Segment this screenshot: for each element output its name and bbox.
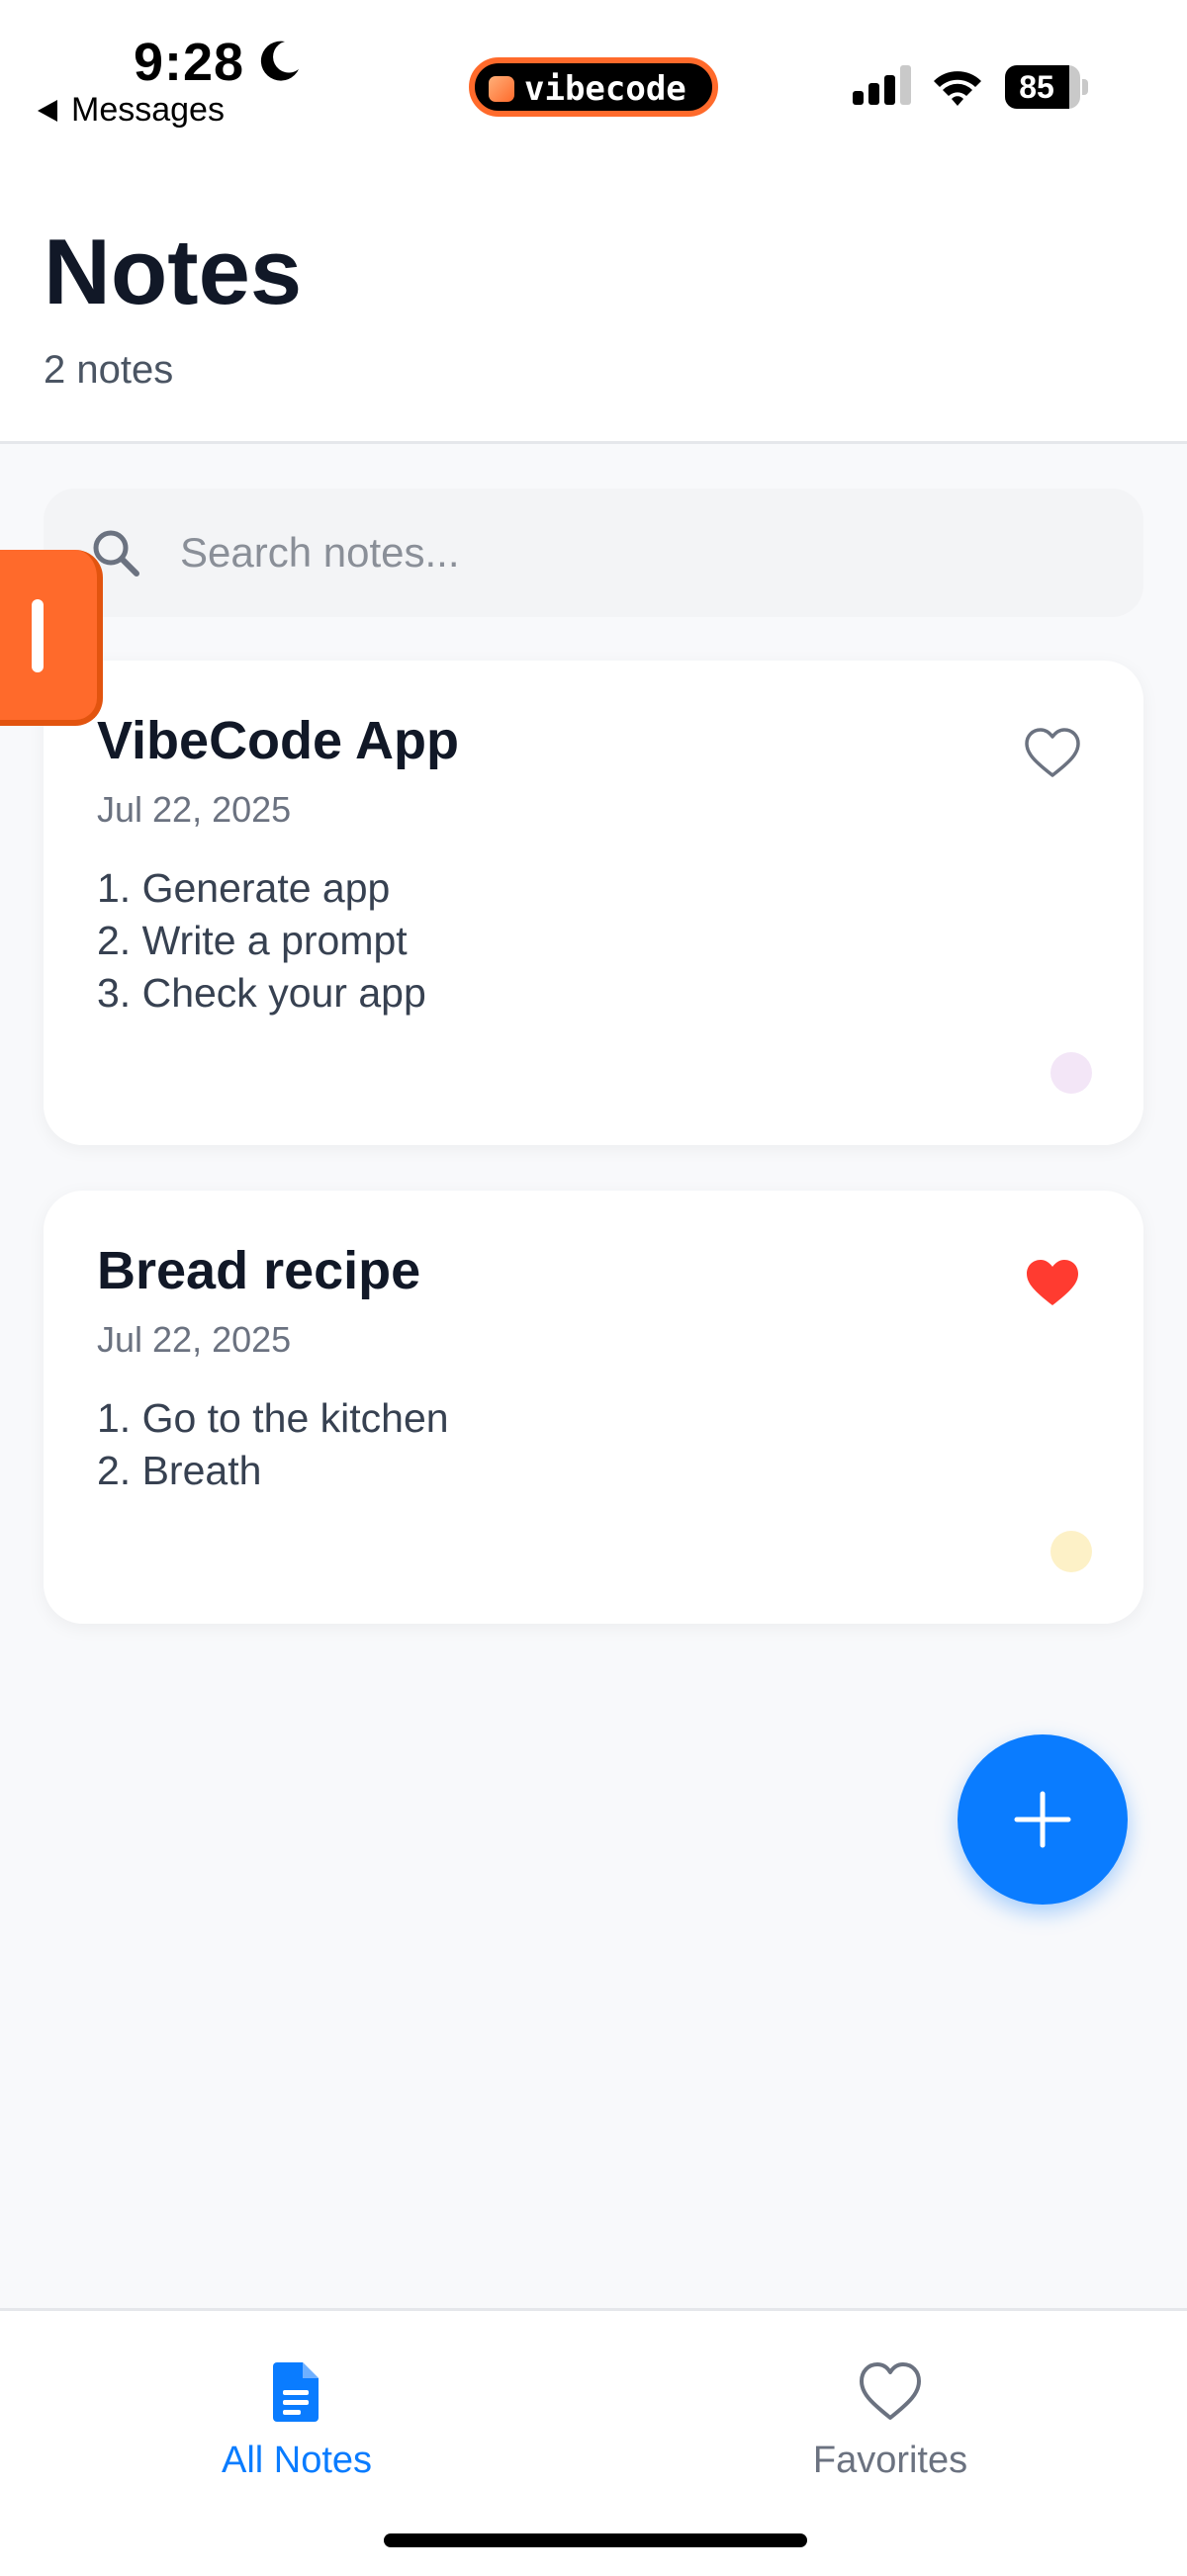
- tab-favorites-label: Favorites: [812, 2440, 968, 2481]
- heart-outline-icon: [860, 2362, 921, 2420]
- tab-favorites[interactable]: Favorites: [722, 2358, 1058, 2482]
- note-card[interactable]: VibeCode App Jul 22, 2025 1. Generate ap…: [44, 661, 1143, 1145]
- plus-icon: [1014, 1791, 1071, 1848]
- drag-handle-icon: [32, 599, 44, 672]
- note-card[interactable]: Bread recipe Jul 22, 2025 1. Go to the k…: [44, 1191, 1143, 1624]
- signal-icon: [853, 65, 911, 105]
- note-color-dot: [1050, 1531, 1092, 1572]
- status-time: 9:28: [134, 33, 245, 92]
- heart-filled-icon[interactable]: [1023, 1256, 1082, 1311]
- battery-level: 85: [1019, 69, 1054, 105]
- note-color-dot: [1050, 1052, 1092, 1094]
- note-line: 1. Generate app: [97, 865, 391, 911]
- note-line: 2. Breath: [97, 1448, 262, 1493]
- note-preview: 1. Go to the kitchen 2. Breath: [97, 1392, 449, 1497]
- note-line: 3. Check your app: [97, 970, 426, 1016]
- tab-all-notes-label: All Notes: [221, 2440, 373, 2481]
- home-indicator: [384, 2533, 807, 2547]
- back-to-messages-link[interactable]: Messages: [38, 91, 225, 130]
- battery-icon: 85: [1005, 65, 1088, 109]
- vibecode-pill-label: vibecode: [524, 69, 686, 109]
- wifi-icon: [934, 71, 981, 106]
- add-note-button[interactable]: [958, 1734, 1128, 1905]
- vibecode-logo-icon: [489, 76, 514, 102]
- status-bar: 9:28 Messages vibecode 85: [0, 0, 1187, 148]
- note-title: Bread recipe: [97, 1241, 421, 1300]
- vibecode-side-tab[interactable]: [0, 550, 103, 726]
- page-title: Notes: [44, 220, 303, 323]
- note-preview: 1. Generate app 2. Write a prompt 3. Che…: [97, 862, 426, 1020]
- document-icon: [273, 2362, 319, 2422]
- heart-outline-icon[interactable]: [1023, 726, 1082, 781]
- note-title: VibeCode App: [97, 711, 460, 770]
- moon-icon: [260, 41, 299, 81]
- note-date: Jul 22, 2025: [97, 789, 292, 830]
- search-bar[interactable]: [44, 489, 1143, 617]
- back-label: Messages: [71, 91, 225, 129]
- tab-all-notes[interactable]: All Notes: [129, 2358, 465, 2482]
- note-line: 2. Write a prompt: [97, 918, 408, 963]
- notes-count: 2 notes: [44, 348, 174, 392]
- note-date: Jul 22, 2025: [97, 1319, 292, 1360]
- page-header: Notes 2 notes: [0, 148, 1187, 444]
- vibecode-pill[interactable]: vibecode: [469, 57, 718, 117]
- search-input[interactable]: [180, 513, 1070, 592]
- back-arrow-icon: [38, 100, 57, 122]
- note-line: 1. Go to the kitchen: [97, 1395, 449, 1441]
